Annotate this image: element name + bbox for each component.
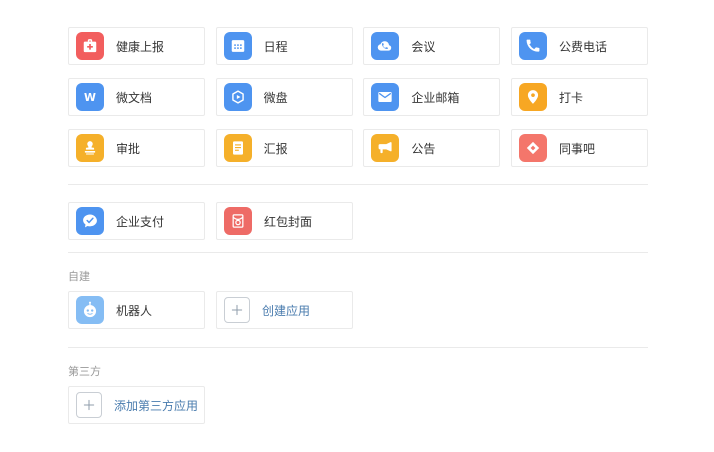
app-label: 会议 [411,38,435,55]
add-third-party-app-button[interactable]: 添加第三方应用 [68,386,205,424]
meeting-cloud-icon [371,32,399,60]
app-management-page: 健康上报 日程 会议 [0,0,648,424]
stamp-icon [76,134,104,162]
document-icon [224,134,252,162]
app-card-robot[interactable]: 机器人 [68,291,205,329]
divider [68,252,648,253]
app-card-meeting[interactable]: 会议 [363,27,500,65]
wedoc-w-icon: W [76,83,104,111]
app-label: 审批 [116,140,140,157]
pinwheel-diamond-icon [519,134,547,162]
wedrive-box-icon [224,83,252,111]
divider [68,184,648,185]
app-card-wedrive[interactable]: 微盘 [216,78,353,116]
app-label: 微文档 [116,89,152,106]
section-title-self-built: 自建 [68,268,648,284]
plus-icon [76,392,102,418]
app-label: 公告 [411,140,435,157]
app-label: 企业支付 [116,213,164,230]
robot-icon [76,296,104,324]
self-built-row: 机器人 创建应用 [68,291,648,329]
app-card-enterprise-pay[interactable]: 企业支付 [68,202,205,240]
app-label: 机器人 [116,302,152,319]
app-card-company-phone[interactable]: 公费电话 [511,27,648,65]
app-label: 微盘 [264,89,288,106]
section-title-third-party: 第三方 [68,363,648,379]
create-app-label: 创建应用 [262,302,310,319]
envelope-icon [371,83,399,111]
red-packet-icon [224,207,252,235]
app-card-announcement[interactable]: 公告 [363,129,500,167]
plus-icon [224,297,250,323]
app-label: 汇报 [264,140,288,157]
app-card-schedule[interactable]: 日程 [216,27,353,65]
app-card-approval[interactable]: 审批 [68,129,205,167]
app-card-wedoc[interactable]: W 微文档 [68,78,205,116]
app-label: 打卡 [559,89,583,106]
app-card-health-report[interactable]: 健康上报 [68,27,205,65]
payment-apps-row: 企业支付 红包封面 [68,202,648,240]
location-pin-icon [519,83,547,111]
default-apps-grid: 健康上报 日程 会议 [68,27,648,180]
svg-text:W: W [84,91,96,104]
app-card-mail[interactable]: 企业邮箱 [363,78,500,116]
pay-bubble-check-icon [76,207,104,235]
app-label: 红包封面 [264,213,312,230]
phone-icon [519,32,547,60]
create-app-button[interactable]: 创建应用 [216,291,353,329]
app-label: 健康上报 [116,38,164,55]
app-label: 同事吧 [559,140,595,157]
third-party-row: 添加第三方应用 [68,386,648,424]
app-card-colleague-bar[interactable]: 同事吧 [511,129,648,167]
app-card-report[interactable]: 汇报 [216,129,353,167]
divider [68,347,648,348]
app-label: 企业邮箱 [411,89,459,106]
calendar-icon [224,32,252,60]
add-third-party-app-label: 添加第三方应用 [114,397,198,414]
app-label: 日程 [264,38,288,55]
megaphone-icon [371,134,399,162]
app-card-checkin[interactable]: 打卡 [511,78,648,116]
health-report-icon [76,32,104,60]
app-label: 公费电话 [559,38,607,55]
app-card-redpacket-cover[interactable]: 红包封面 [216,202,353,240]
